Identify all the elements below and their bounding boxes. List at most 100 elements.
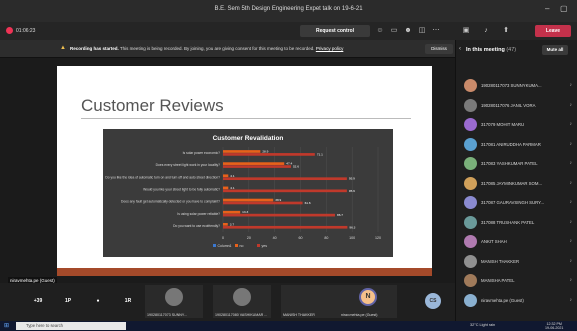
data-label: 38.9 [275,198,281,202]
banner-text: Recording has started. This meeting is b… [70,46,343,51]
participant-name: niravmehta.pe (Guest) [481,297,524,303]
window-title: B.E. Sem 5th Design Engineering Expet ta… [214,6,363,12]
data-label: 4.1 [230,174,235,178]
participant-name: 190280117073 SUNNYKUMA... [481,83,542,88]
participant-row[interactable]: niravmehta.pe (Guest) ♪ [464,293,574,309]
video-tile[interactable]: 190280117080 VASHIKUMAR ... [213,285,271,318]
data-label: 52.6 [293,165,299,169]
bar [223,189,347,193]
participant-row[interactable]: 190280117076 JANIL VORA ♪ [464,98,574,114]
participant-name: ANKIT SHAH [481,239,507,244]
slide-footer-bar [57,268,432,276]
participant-row[interactable]: ANKIT SHAH ♪ [464,234,574,250]
category-label: Is using solar power reliable? [177,212,220,216]
dismiss-button[interactable]: Dismiss [425,44,453,54]
title-bar: B.E. Sem 5th Design Engineering Expet ta… [0,0,577,22]
slide-title: Customer Reviews [81,96,224,115]
microphone-icon: ♪ [569,160,573,166]
camera-off-icon[interactable]: ▣ [461,26,471,36]
data-label: 96.3 [349,225,355,229]
microphone-icon: ♪ [569,121,573,127]
category-label: Does every street light work in your loc… [156,163,220,167]
avatar [464,157,477,170]
people-icon[interactable]: ☺ [375,26,385,36]
video-tile[interactable]: N nirav.mehta.pe (Guest) [339,285,397,318]
participant-bubble-cs[interactable]: CS [425,293,441,309]
share-icon[interactable]: ⬆ [501,26,511,36]
video-tile[interactable]: MANISH THAKKER [281,285,339,318]
taskbar-search-input[interactable]: Type here to search [16,322,126,330]
participant-row[interactable]: 317087 GAURAVSINGH SURY... ♪ [464,195,574,211]
participant-row[interactable]: 317088 TRUSHANK PATEL ♪ [464,215,574,231]
participant-row[interactable]: MANISH THAKKER ♪ [464,254,574,270]
bar-chart: Customer Revalidation 0 20 40 60 80 100 120 Is s… [105,135,381,248]
rooms-icon[interactable]: ◫ [417,26,427,36]
bar [223,222,228,226]
mute-all-button[interactable]: Mute all [542,45,568,55]
slide-divider [81,118,411,119]
participant-count: (47) [506,47,517,53]
participant-name: 317083 YASHKUMAR PATEL [481,161,538,166]
maximize-icon[interactable]: ▢ [560,4,568,13]
microphone-icon: ♪ [569,238,573,244]
microphone-icon: ♪ [569,218,573,225]
data-label: 13.3 [242,210,248,214]
x-tick-label: 60 [299,236,303,240]
participant-row[interactable]: 317085 JAYMINKUMAR SOM... ♪ [464,176,574,192]
chat-icon[interactable]: ▭ [389,26,399,36]
call-controls: ▣ ♪ ⬆ Leave [455,22,577,40]
data-label: 61.6 [305,201,311,205]
avatar [464,274,477,287]
more-actions-icon[interactable]: ⋯ [431,26,441,36]
clock-date: 19-06-2021 [545,326,564,330]
participant-row[interactable]: MANISHA PATEL ♪ [464,273,574,289]
chevron-left-icon[interactable]: ‹ [459,46,461,52]
legend-label: no [240,244,244,248]
data-label: 86.7 [337,213,343,217]
category-label: Is solar power economic? [183,151,221,155]
leave-button[interactable]: Leave [535,25,571,37]
privacy-policy-link[interactable]: Privacy policy [316,46,344,51]
legend-swatch [257,244,260,247]
avatar [464,137,477,151]
chart-title: Customer Revalidation [213,135,284,142]
microphone-icon: ♪ [569,257,573,264]
category-label: Does any fault get automatically detecte… [121,200,220,204]
bubble-label: 1P [64,298,72,304]
data-label: 95.9 [349,189,355,193]
participant-name: MANISH THAKKER [481,258,520,264]
x-tick-label: 80 [324,236,328,240]
x-tick-label: 120 [375,236,381,240]
participant-row[interactable]: 317079 MOHIT MARU ♪ [464,117,574,133]
meeting-timer: 01:06:23 [16,28,36,34]
tile-name: nirav.mehta.pe (Guest) [341,313,378,317]
participant-bubble-1r[interactable]: 1R [120,293,136,309]
participant-row[interactable]: 317081 ANIRUDDHA PARMAR ♪ [464,137,574,153]
participant-row[interactable]: 190280117073 SUNNYKUMA... ♪ [464,78,574,94]
bubble-label: CS [429,298,437,304]
participant-name: 317087 GAURAVSINGH SURY... [481,200,545,205]
minimize-icon[interactable]: – [545,4,549,13]
microphone-icon: ♪ [569,140,573,147]
data-label: 95.9 [349,177,355,181]
bubble-label: +39 [33,298,43,304]
participant-bubble-1p[interactable]: 1P [60,293,76,309]
participants-panel: ‹ In this meeting (47) Mute all 19028011… [455,40,577,321]
warning-icon: ▲ [60,45,66,51]
reactions-icon[interactable]: ☻ [403,26,413,36]
more-participants-bubble[interactable]: +39 [30,293,46,309]
category-label: Do you like the idea of automatic turn o… [105,175,220,179]
video-tile[interactable]: 190280117073 SUNNY... [145,285,203,318]
avatar [464,254,477,268]
microphone-icon[interactable]: ♪ [481,26,491,36]
legend-label: yes [262,244,268,248]
avatar [464,118,477,131]
system-clock: 12:32 PM 19-06-2021 [545,322,563,330]
leave-label: Leave [545,28,561,34]
participant-row[interactable]: 317083 YASHKUMAR PATEL ♪ [464,156,574,172]
legend-label: Column1 [218,244,232,248]
windows-start-icon[interactable]: ⊞ [4,322,9,329]
request-control-button[interactable]: Request control [300,25,370,37]
x-tick-label: 20 [247,236,251,240]
participant-bubble-avatar[interactable]: ● [90,293,106,309]
